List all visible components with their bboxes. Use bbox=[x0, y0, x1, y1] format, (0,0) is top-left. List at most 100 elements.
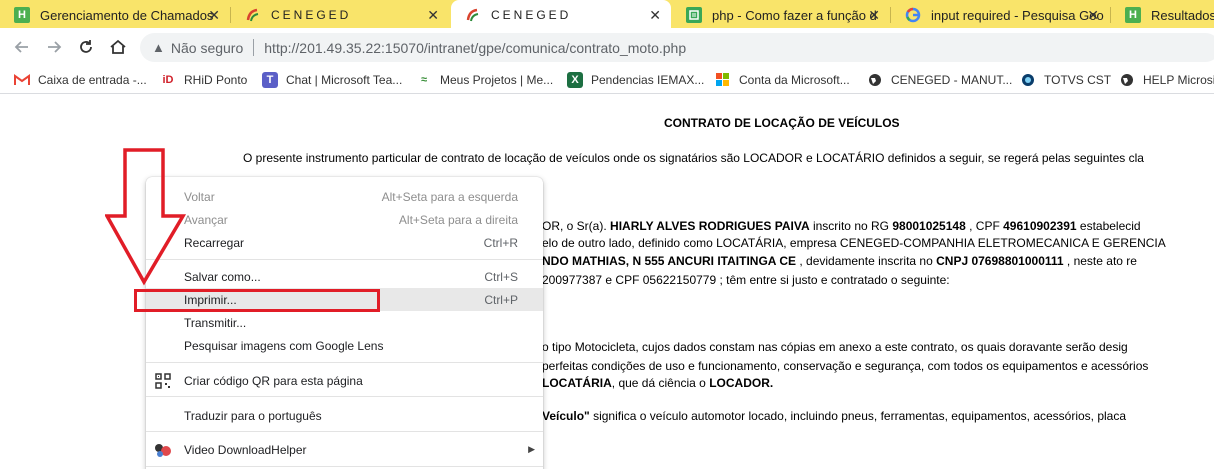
close-icon[interactable]: ✕ bbox=[427, 7, 439, 24]
contract-line-8: Veículo" significa o veículo automotor l… bbox=[542, 409, 1126, 423]
close-icon[interactable]: ✕ bbox=[208, 7, 220, 24]
tab-strip: H Gerenciamento de Chamados ✕ CENEGED ✕ … bbox=[0, 0, 1214, 30]
tab-google[interactable]: input required - Pesquisa Goo ✕ bbox=[891, 2, 1109, 28]
bookmark-label: Conta da Microsoft... bbox=[739, 73, 850, 87]
text: NDO MATHIAS, N 555 ANCURI ITAITINGA CE bbox=[542, 254, 797, 268]
menu-shortcut: Ctrl+R bbox=[483, 235, 518, 250]
context-menu: Voltar Alt+Seta para a esquerda Avançar … bbox=[146, 177, 543, 469]
bookmark-microsoft[interactable]: Conta da Microsoft... bbox=[715, 70, 850, 90]
bookmark-projetos[interactable]: ≈ Meus Projetos | Me... bbox=[416, 70, 553, 90]
menu-divider bbox=[146, 431, 543, 432]
tab-ceneged-1[interactable]: CENEGED ✕ bbox=[231, 2, 449, 28]
bookmark-label: Meus Projetos | Me... bbox=[440, 73, 554, 87]
menu-item-cast[interactable]: Transmitir... bbox=[146, 311, 543, 334]
teams-icon: T bbox=[262, 72, 278, 88]
tab-php[interactable]: php - Como fazer a função d ✕ bbox=[672, 2, 890, 28]
tab-title: Gerenciamento de Chamados bbox=[40, 7, 214, 23]
close-icon[interactable]: ✕ bbox=[868, 7, 880, 24]
menu-label: Criar código QR para esta página bbox=[184, 373, 363, 388]
text: , devidamente inscrita no bbox=[799, 254, 933, 268]
menu-divider bbox=[146, 362, 543, 363]
text: , CPF bbox=[969, 219, 1000, 233]
tab-ceneged-active[interactable]: CENEGED ✕ bbox=[451, 0, 671, 30]
menu-shortcut: Ctrl+S bbox=[484, 269, 518, 284]
menu-divider bbox=[146, 259, 543, 260]
menu-divider bbox=[146, 466, 543, 467]
text: inscrito no RG bbox=[812, 219, 889, 233]
excel-icon: X bbox=[567, 72, 583, 88]
text: significa o veículo automotor locado, in… bbox=[593, 409, 1127, 423]
qr-code-icon bbox=[154, 372, 172, 390]
menu-item-save-as[interactable]: Salvar como... Ctrl+S bbox=[146, 265, 543, 288]
menu-label: Traduzir para o português bbox=[184, 408, 322, 423]
bookmark-rhid[interactable]: iD RHiD Ponto bbox=[160, 70, 248, 90]
tab-title: input required - Pesquisa Goo bbox=[931, 7, 1104, 23]
menu-item-google-lens[interactable]: Pesquisar imagens com Google Lens bbox=[146, 334, 543, 357]
bookmark-label: RHiD Ponto bbox=[184, 73, 248, 87]
menu-item-translate[interactable]: Traduzir para o português bbox=[146, 404, 543, 427]
bookmark-help[interactable]: HELP Microsig bbox=[1119, 70, 1214, 90]
menu-shortcut: Alt+Seta para a direita bbox=[398, 212, 518, 227]
annotation-arrow-icon bbox=[105, 148, 187, 286]
bookmark-label: Chat | Microsoft Tea... bbox=[286, 73, 403, 87]
forward-icon[interactable] bbox=[42, 35, 66, 59]
contract-line-5: o tipo Motocicleta, cujos dados constam … bbox=[542, 340, 1128, 354]
bookmark-label: Pendencias IEMAX... bbox=[591, 73, 705, 87]
menu-item-qr-code[interactable]: Criar código QR para esta página bbox=[146, 369, 543, 392]
close-icon[interactable]: ✕ bbox=[649, 7, 661, 24]
submenu-arrow-icon: ▶ bbox=[528, 444, 535, 454]
divider bbox=[253, 39, 255, 56]
security-label[interactable]: Não seguro bbox=[171, 40, 243, 56]
text: 49610902391 bbox=[1003, 219, 1077, 233]
url-text[interactable]: http://201.49.35.22:15070/intranet/gpe/c… bbox=[264, 40, 686, 56]
bookmark-ceneged-manut[interactable]: CENEGED - MANUT... bbox=[867, 70, 1012, 90]
text: LOCADOR. bbox=[709, 376, 774, 390]
rhid-icon: iD bbox=[162, 74, 174, 86]
menu-item-back[interactable]: Voltar Alt+Seta para a esquerda bbox=[146, 185, 543, 208]
menu-label: Video DownloadHelper bbox=[184, 442, 307, 457]
menu-item-reload[interactable]: Recarregar Ctrl+R bbox=[146, 231, 543, 254]
contract-line-1: OR, o Sr(a). HIARLY ALVES RODRIGUES PAIV… bbox=[542, 219, 1141, 233]
ceneged-logo-icon bbox=[465, 7, 481, 23]
bookmark-gmail[interactable]: Caixa de entrada -... bbox=[14, 70, 147, 90]
tab-title: CENEGED bbox=[491, 8, 572, 22]
menu-label: Transmitir... bbox=[184, 315, 247, 330]
globe-icon bbox=[867, 72, 883, 88]
back-icon[interactable] bbox=[10, 35, 34, 59]
address-bar[interactable]: ▲ Não seguro http://201.49.35.22:15070/i… bbox=[140, 33, 1214, 62]
reload-icon[interactable] bbox=[74, 35, 98, 59]
bookmarks-bar: Caixa de entrada -... iD RHiD Ponto T Ch… bbox=[0, 66, 1214, 94]
menu-item-forward[interactable]: Avançar Alt+Seta para a direita bbox=[146, 208, 543, 231]
h-green-icon: H bbox=[1125, 7, 1141, 23]
menu-shortcut: Alt+Seta para a esquerda bbox=[381, 189, 518, 204]
contract-line-2: elo de outro lado, definido como LOCATÁR… bbox=[542, 236, 1166, 250]
text: Veículo" bbox=[542, 409, 590, 423]
text: 98001025148 bbox=[892, 219, 966, 233]
bookmark-label: Caixa de entrada -... bbox=[38, 73, 147, 87]
bookmark-label: HELP Microsig bbox=[1143, 73, 1214, 87]
stackoverflow-icon bbox=[686, 7, 702, 23]
google-icon bbox=[905, 7, 921, 23]
tab-gerenciamento[interactable]: H Gerenciamento de Chamados ✕ bbox=[0, 2, 230, 28]
warning-triangle-icon[interactable]: ▲ bbox=[152, 40, 165, 55]
close-icon[interactable]: ✕ bbox=[1087, 7, 1099, 24]
totvs-icon bbox=[1020, 72, 1036, 88]
bookmark-totvs[interactable]: TOTVS CST bbox=[1020, 70, 1111, 90]
projects-icon: ≈ bbox=[420, 74, 428, 86]
tab-title: CENEGED bbox=[271, 8, 352, 22]
bookmark-teams[interactable]: T Chat | Microsoft Tea... bbox=[262, 70, 402, 90]
browser-window: H Gerenciamento de Chamados ✕ CENEGED ✕ … bbox=[0, 0, 1214, 469]
menu-label: Recarregar bbox=[184, 235, 245, 250]
contract-line-3: NDO MATHIAS, N 555 ANCURI ITAITINGA CE ,… bbox=[542, 254, 1137, 268]
tab-resultados[interactable]: H Resultados d bbox=[1111, 2, 1214, 28]
home-icon[interactable] bbox=[106, 35, 130, 59]
tab-title: Resultados d bbox=[1151, 7, 1214, 23]
toolbar: ▲ Não seguro http://201.49.35.22:15070/i… bbox=[0, 29, 1214, 66]
menu-shortcut: Ctrl+P bbox=[484, 292, 518, 307]
annotation-highlight-box bbox=[134, 289, 380, 312]
menu-item-video-downloadhelper[interactable]: Video DownloadHelper ▶ bbox=[146, 438, 543, 461]
contract-line-7: LOCATÁRIA, que dá ciência o LOCADOR. bbox=[542, 376, 773, 390]
bookmark-pendencias[interactable]: X Pendencias IEMAX... bbox=[567, 70, 704, 90]
menu-label: Voltar bbox=[184, 189, 215, 204]
ceneged-logo-icon bbox=[245, 7, 261, 23]
